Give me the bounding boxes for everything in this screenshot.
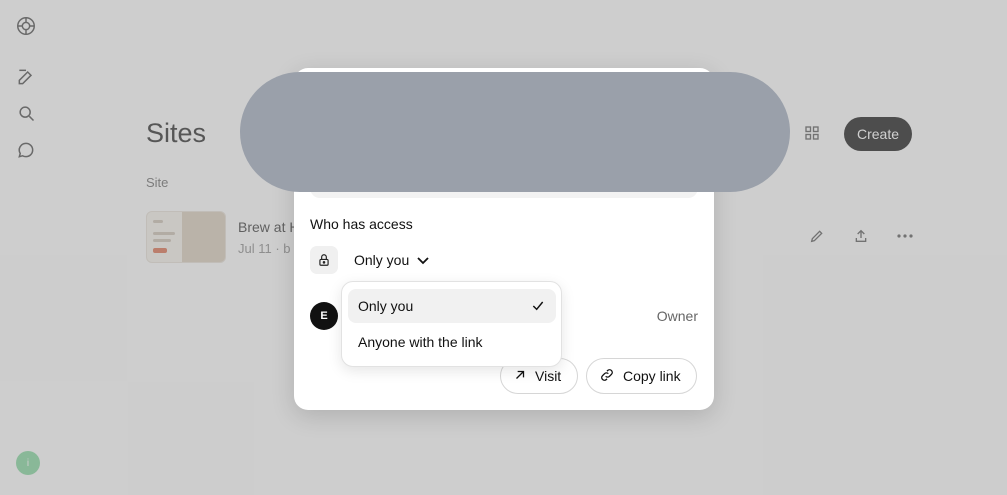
dropdown-option-only-you[interactable]: Only you: [348, 289, 556, 323]
visit-button-label: Visit: [535, 368, 562, 384]
copy-link-button-label: Copy link: [623, 368, 681, 384]
arrow-up-right-icon: [513, 368, 527, 385]
access-select-value: Only you: [354, 252, 410, 268]
dropdown-option-label: Only you: [358, 298, 414, 314]
lock-icon: [310, 246, 338, 274]
link-icon: [599, 367, 615, 386]
owner-avatar: E: [310, 302, 338, 330]
dropdown-option-anyone-with-link[interactable]: Anyone with the link: [348, 325, 556, 359]
copy-link-button[interactable]: Copy link: [586, 358, 697, 394]
access-select[interactable]: Only you: [354, 248, 429, 272]
owner-role: Owner: [656, 308, 698, 324]
chevron-down-icon: [417, 252, 429, 268]
access-label: Who has access: [310, 216, 413, 232]
redaction-overlay: [240, 72, 790, 192]
checkmark-icon: [530, 298, 546, 314]
access-dropdown-menu: Only you Anyone with the link: [341, 281, 562, 367]
dropdown-option-label: Anyone with the link: [358, 334, 483, 350]
